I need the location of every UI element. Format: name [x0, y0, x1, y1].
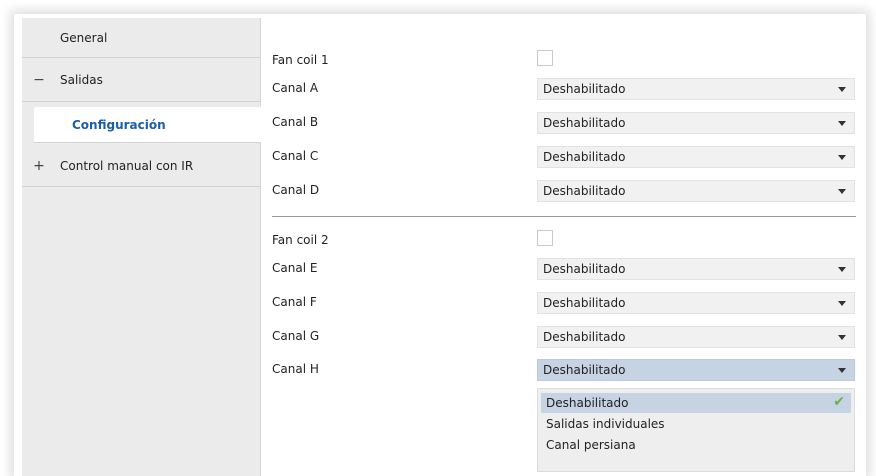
select-value: Deshabilitado — [543, 184, 626, 198]
canal-g-row: Canal G Deshabilitado — [272, 326, 862, 348]
settings-panel: Fan coil 1 Canal A Deshabilitado Canal B… — [272, 28, 866, 476]
canal-c-select[interactable]: Deshabilitado — [537, 146, 855, 168]
select-value: Deshabilitado — [543, 296, 626, 310]
canal-g-label: Canal G — [272, 329, 320, 343]
canal-f-select[interactable]: Deshabilitado — [537, 292, 855, 314]
select-value: Deshabilitado — [543, 82, 626, 96]
canal-a-label: Canal A — [272, 81, 319, 95]
fan-coil-2-row: Fan coil 2 — [272, 230, 862, 252]
dropdown-option-salidas-individuales[interactable]: Salidas individuales — [541, 414, 851, 434]
fan-coil-2-label: Fan coil 2 — [272, 233, 329, 247]
canal-d-select[interactable]: Deshabilitado — [537, 180, 855, 202]
sidebar-item-general[interactable]: General — [22, 18, 260, 58]
sidebar-item-label: General — [60, 30, 108, 45]
fan-coil-1-checkbox[interactable] — [537, 50, 553, 66]
canal-h-select[interactable]: Deshabilitado — [537, 359, 855, 381]
canal-h-row: Canal H Deshabilitado — [272, 359, 862, 381]
sidebar-item-control-manual-ir[interactable]: + Control manual con IR — [22, 145, 260, 187]
canal-b-select[interactable]: Deshabilitado — [537, 112, 855, 134]
canal-a-row: Canal A Deshabilitado — [272, 78, 862, 100]
chevron-down-icon — [838, 155, 846, 160]
sidebar-item-label: Salidas — [60, 72, 103, 87]
canal-h-dropdown-list: Deshabilitado ✔ Salidas individuales Can… — [537, 388, 855, 472]
app-window: General − Salidas Configuración + Contro… — [14, 14, 866, 476]
collapse-icon[interactable]: − — [32, 72, 46, 88]
sidebar-item-salidas[interactable]: − Salidas — [22, 58, 260, 102]
fan-coil-1-label: Fan coil 1 — [272, 53, 329, 67]
fan-coil-2-checkbox[interactable] — [537, 230, 553, 246]
sidebar-item-label: Configuración — [72, 117, 166, 132]
chevron-down-icon — [838, 267, 846, 272]
chevron-down-icon — [838, 87, 846, 92]
chevron-down-icon — [838, 335, 846, 340]
canal-e-select[interactable]: Deshabilitado — [537, 258, 855, 280]
select-value: Deshabilitado — [543, 363, 626, 377]
canal-d-label: Canal D — [272, 183, 320, 197]
sidebar-item-configuracion[interactable]: Configuración — [34, 107, 261, 143]
canal-f-label: Canal F — [272, 295, 317, 309]
canal-b-label: Canal B — [272, 115, 319, 129]
select-value: Deshabilitado — [543, 330, 626, 344]
chevron-down-icon — [838, 121, 846, 126]
option-label: Canal persiana — [546, 438, 636, 452]
canal-g-select[interactable]: Deshabilitado — [537, 326, 855, 348]
canal-f-row: Canal F Deshabilitado — [272, 292, 862, 314]
option-label: Salidas individuales — [546, 417, 665, 431]
checkmark-icon: ✔ — [833, 394, 845, 410]
canal-b-row: Canal B Deshabilitado — [272, 112, 862, 134]
section-divider — [272, 216, 856, 217]
canal-c-row: Canal C Deshabilitado — [272, 146, 862, 168]
canal-e-row: Canal E Deshabilitado — [272, 258, 862, 280]
canal-d-row: Canal D Deshabilitado — [272, 180, 862, 202]
canal-a-select[interactable]: Deshabilitado — [537, 78, 855, 100]
dropdown-option-canal-persiana[interactable]: Canal persiana — [541, 435, 851, 455]
canal-h-label: Canal H — [272, 362, 319, 376]
sidebar-item-label: Control manual con IR — [60, 158, 194, 173]
select-value: Deshabilitado — [543, 116, 626, 130]
chevron-down-icon — [838, 301, 846, 306]
fan-coil-1-row: Fan coil 1 — [272, 50, 862, 72]
canal-c-label: Canal C — [272, 149, 319, 163]
chevron-down-icon — [838, 189, 846, 194]
select-value: Deshabilitado — [543, 262, 626, 276]
expand-icon[interactable]: + — [32, 158, 46, 174]
chevron-down-icon — [838, 368, 846, 373]
sidebar: General − Salidas Configuración + Contro… — [22, 18, 261, 476]
canal-e-label: Canal E — [272, 261, 318, 275]
option-label: Deshabilitado — [546, 396, 629, 410]
select-value: Deshabilitado — [543, 150, 626, 164]
dropdown-option-deshabilitado[interactable]: Deshabilitado ✔ — [541, 393, 851, 413]
